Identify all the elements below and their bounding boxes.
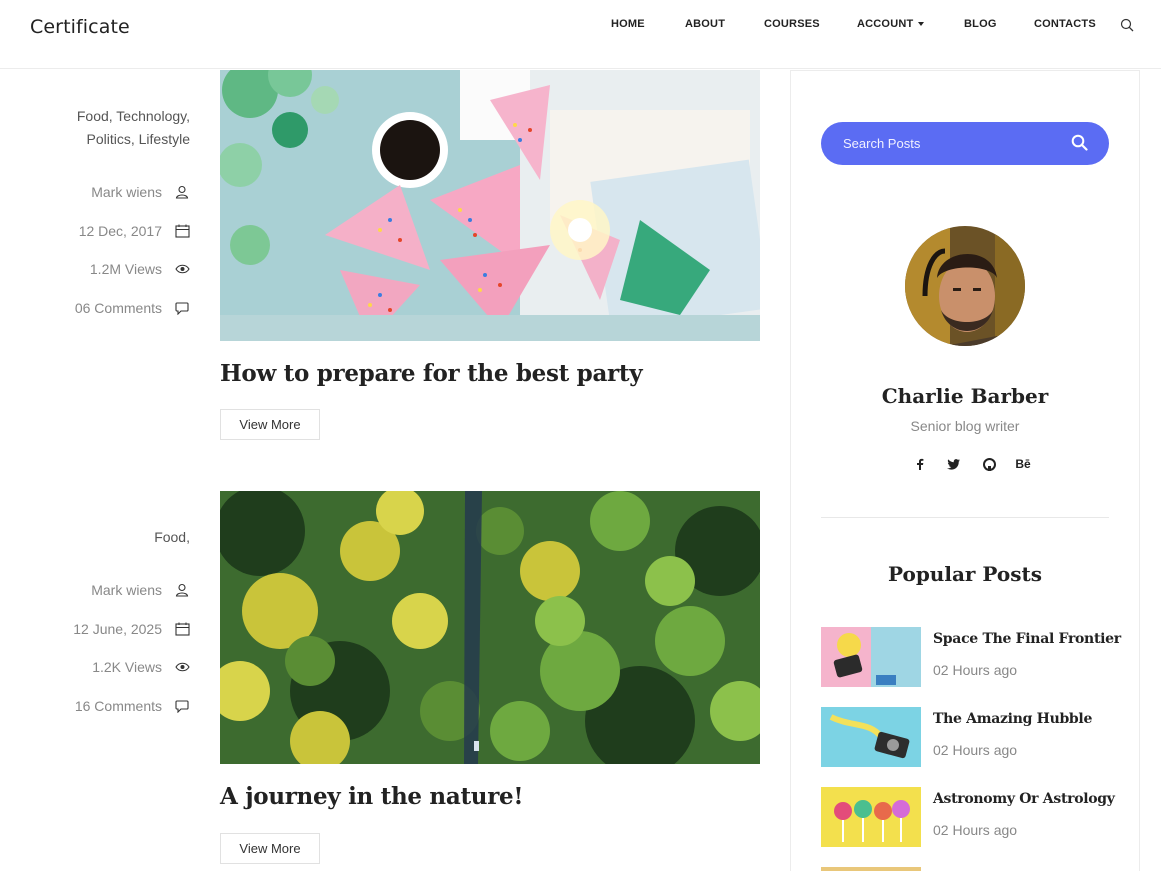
views-text: 1.2M Views	[89, 261, 162, 277]
nav-home[interactable]: HOME	[611, 18, 645, 30]
search-icon[interactable]	[1071, 134, 1089, 152]
date-text: 12 Dec, 2017	[78, 223, 162, 239]
view-more-button[interactable]: View More	[220, 409, 320, 440]
nav-about[interactable]: ABOUT	[685, 18, 725, 30]
author-role: Senior blog writer	[910, 418, 1020, 434]
popular-post-title[interactable]: Space The Final Frontier	[933, 631, 1121, 647]
nav-account-label: ACCOUNT	[857, 18, 914, 30]
behance-icon[interactable]: Bē	[1015, 456, 1031, 472]
chevron-down-icon	[918, 22, 925, 27]
sidebar: Charlie Barber Senior blog writer Bē Pop…	[790, 70, 1140, 871]
author-avatar	[905, 226, 1025, 346]
post-categories[interactable]: Food, Technology, Politics, Lifestyle	[10, 105, 190, 151]
popular-post-time: 02 Hours ago	[933, 742, 1018, 758]
popular-post-thumb[interactable]	[821, 627, 921, 687]
post-views: 1.2M Views	[90, 259, 190, 279]
post-views: 1.2K Views	[92, 657, 190, 677]
calendar-icon	[174, 621, 190, 637]
divider	[821, 517, 1109, 518]
user-icon	[174, 582, 190, 598]
popular-post-title[interactable]: The Amazing Hubble	[933, 711, 1092, 727]
popular-post-thumb[interactable]	[821, 867, 921, 871]
views-text: 1.2K Views	[92, 659, 162, 675]
nav-blog[interactable]: BLOG	[964, 18, 997, 30]
github-icon[interactable]	[981, 456, 997, 472]
search-box	[821, 122, 1109, 165]
post-image-party[interactable]	[220, 70, 760, 341]
category-line[interactable]: Politics, Lifestyle	[10, 128, 190, 151]
facebook-icon[interactable]	[912, 456, 928, 472]
popular-post-item[interactable]	[821, 867, 1111, 871]
post-categories[interactable]: Food,	[10, 526, 190, 549]
author-name: Charlie Barber	[881, 384, 1049, 408]
post-author[interactable]: Mark wiens	[91, 182, 190, 202]
user-icon	[174, 184, 190, 200]
post-image-forest[interactable]	[220, 491, 760, 764]
comment-icon	[174, 698, 190, 714]
top-navbar: Certificate HOME ABOUT COURSES ACCOUNT B…	[0, 0, 1161, 69]
post-meta: Food, Technology, Politics, Lifestyle Ma…	[10, 105, 190, 325]
calendar-icon	[174, 223, 190, 239]
comments-text: 16 Comments	[74, 698, 162, 714]
popular-post-time: 02 Hours ago	[933, 822, 1018, 838]
popular-post-thumb[interactable]	[821, 787, 921, 847]
brand-logo[interactable]: Certificate	[30, 16, 130, 38]
nav-account[interactable]: ACCOUNT	[857, 18, 925, 30]
author-name: Mark wiens	[91, 184, 162, 200]
post-comments[interactable]: 06 Comments	[75, 298, 190, 318]
social-links: Bē	[901, 456, 1031, 474]
popular-posts-heading: Popular Posts	[887, 562, 1043, 586]
popular-post-item[interactable]: Space The Final Frontier 02 Hours ago	[821, 627, 1121, 687]
post-date: 12 June, 2025	[73, 619, 190, 639]
search-icon[interactable]	[1120, 18, 1136, 34]
post-date: 12 Dec, 2017	[79, 221, 190, 241]
post-title[interactable]: How to prepare for the best party	[220, 360, 643, 387]
author-name: Mark wiens	[91, 582, 162, 598]
popular-post-title[interactable]: Astronomy Or Astrology	[933, 791, 1115, 807]
category-line[interactable]: Food,	[10, 526, 190, 549]
post-title[interactable]: A journey in the nature!	[220, 783, 523, 810]
view-more-button[interactable]: View More	[220, 833, 320, 864]
eye-icon	[174, 659, 190, 675]
category-line[interactable]: Food, Technology,	[10, 105, 190, 128]
search-input[interactable]	[843, 136, 1043, 151]
post-meta: Food, Mark wiens 12 June, 2025 1.2K View…	[10, 527, 190, 727]
post-author[interactable]: Mark wiens	[91, 580, 190, 600]
date-text: 12 June, 2025	[73, 621, 162, 637]
comments-text: 06 Comments	[74, 300, 162, 316]
popular-post-thumb[interactable]	[821, 707, 921, 767]
nav-courses[interactable]: COURSES	[764, 18, 820, 30]
nav-contacts[interactable]: CONTACTS	[1034, 18, 1096, 30]
popular-post-item[interactable]: The Amazing Hubble 02 Hours ago	[821, 707, 1111, 767]
twitter-icon[interactable]	[945, 456, 961, 472]
popular-post-item[interactable]: Astronomy Or Astrology 02 Hours ago	[821, 787, 1115, 847]
popular-post-time: 02 Hours ago	[933, 662, 1018, 678]
comment-icon	[174, 300, 190, 316]
post-comments[interactable]: 16 Comments	[75, 696, 190, 716]
eye-icon	[174, 261, 190, 277]
